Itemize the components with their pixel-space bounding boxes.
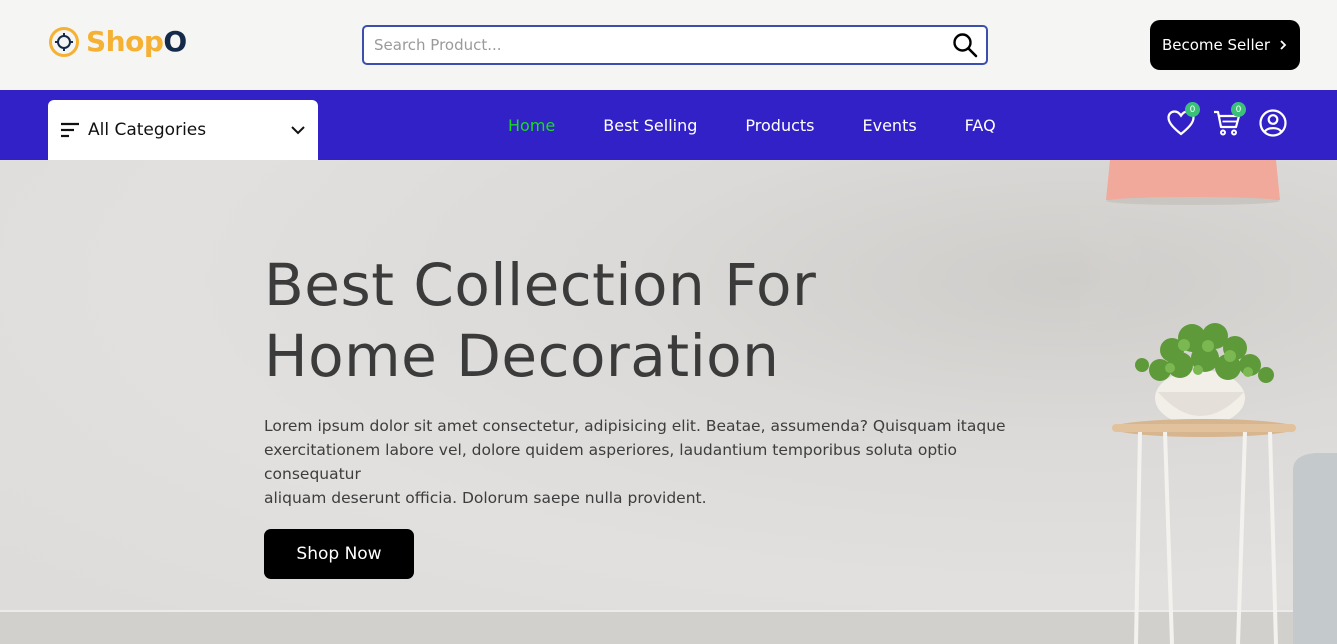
main-nav: All Categories Home Best Selling Product…: [0, 90, 1337, 160]
logo[interactable]: ShopO: [48, 26, 187, 58]
hero-title-line-2: Home Decoration: [264, 322, 780, 390]
hero-description-line: consequatur: [264, 465, 361, 483]
menu-lines-icon: [61, 122, 79, 138]
wishlist-count-badge: 0: [1185, 102, 1200, 117]
shop-now-label: Shop Now: [296, 544, 382, 564]
logo-text-accent: O: [163, 25, 187, 58]
search-button[interactable]: [944, 27, 986, 63]
chevron-down-icon: [291, 126, 305, 135]
logo-text: ShopO: [86, 26, 187, 58]
hero-description-line: Lorem ipsum dolor sit amet consectetur, …: [264, 417, 1006, 435]
wishlist-button[interactable]: 0: [1166, 102, 1200, 138]
chevron-right-icon: [1280, 40, 1287, 50]
cart-count-badge: 0: [1231, 102, 1246, 117]
nav-link-best-selling[interactable]: Best Selling: [579, 116, 721, 135]
hero-decor-image: [1080, 160, 1337, 644]
nav-link-faq[interactable]: FAQ: [941, 116, 1020, 135]
logo-text-main: Shop: [86, 25, 164, 58]
hero-title: Best Collection For Home Decoration: [264, 250, 984, 392]
nav-links: Home Best Selling Products Events FAQ: [484, 90, 1020, 160]
cart-button[interactable]: 0: [1212, 102, 1246, 138]
become-seller-button[interactable]: Become Seller: [1150, 20, 1300, 70]
user-icon: [1259, 109, 1287, 137]
shop-now-button[interactable]: Shop Now: [264, 529, 414, 579]
become-seller-label: Become Seller: [1161, 36, 1271, 54]
nav-link-products[interactable]: Products: [721, 116, 838, 135]
categories-label: All Categories: [88, 120, 207, 140]
hero-description-line: exercitationem labore vel, dolore quidem…: [264, 441, 958, 459]
search-icon: [953, 33, 978, 58]
nav-link-home[interactable]: Home: [484, 116, 579, 135]
hero-title-line-1: Best Collection For: [264, 251, 817, 319]
nav-link-events[interactable]: Events: [839, 116, 941, 135]
hero-description-line: aliquam deserunt officia. Dolorum saepe …: [264, 489, 707, 507]
hero-banner: Best Collection For Home Decoration Lore…: [0, 160, 1337, 644]
nav-icons: 0 0: [1166, 102, 1288, 138]
search-input[interactable]: [364, 27, 944, 63]
categories-dropdown[interactable]: All Categories: [48, 100, 318, 160]
search-bar: [362, 25, 988, 65]
hero-description: Lorem ipsum dolor sit amet consectetur, …: [264, 414, 1054, 510]
top-header: ShopO Become Seller: [0, 0, 1337, 90]
profile-button[interactable]: [1258, 108, 1288, 138]
logo-icon: [49, 27, 79, 57]
